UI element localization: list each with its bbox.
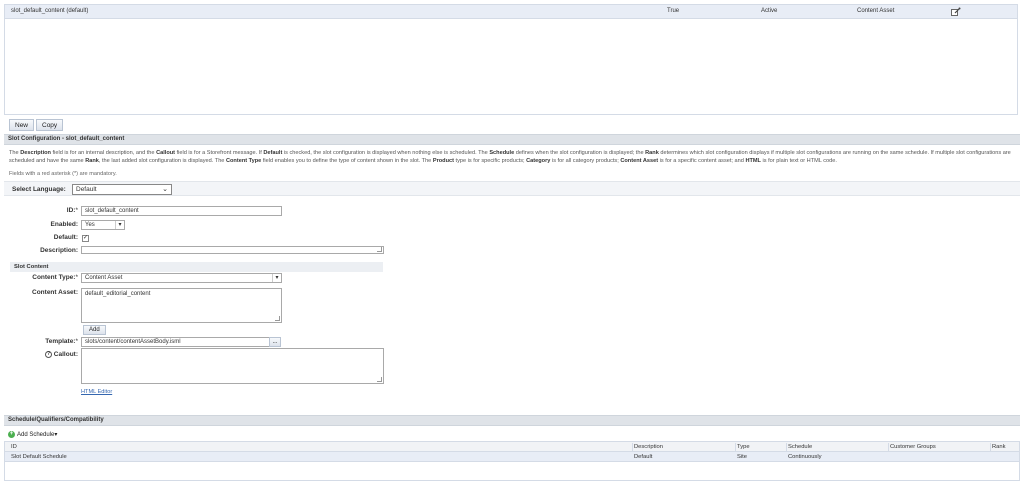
enabled-value: Yes	[85, 222, 95, 228]
id-label: ID:*	[66, 207, 78, 214]
slot-configuration-header: Slot Configuration - slot_default_conten…	[4, 134, 1020, 145]
id-field[interactable]: slot_default_content	[81, 206, 282, 216]
config-name-cell[interactable]: slot_default_content (default)	[11, 8, 88, 14]
slot-configurations-table: slot_default_content (default) True Acti…	[4, 4, 1018, 115]
edit-icon[interactable]	[951, 7, 961, 16]
schedule-schedule-cell: Continuously	[788, 454, 822, 460]
new-button[interactable]: New	[9, 119, 35, 131]
template-label: Template:*	[45, 338, 78, 345]
help-description: The Description field is for an internal…	[9, 150, 1011, 164]
content-type-value: Content Asset	[85, 275, 123, 281]
chevron-down-icon: ▾	[115, 221, 124, 229]
mandatory-note: Fields with a red asterisk (*) are manda…	[9, 171, 117, 177]
plus-icon: +	[8, 430, 15, 438]
content-type-label: Content Type:*	[32, 274, 78, 281]
column-header-type[interactable]: Type	[737, 443, 750, 451]
add-schedule-label: Add Schedule	[17, 432, 55, 438]
content-type-select[interactable]: Content Asset ▾	[81, 273, 282, 283]
column-header-rank[interactable]: Rank	[992, 443, 1006, 451]
type-cell: Content Asset	[857, 8, 895, 14]
table-row[interactable]: slot_default_content (default) True Acti…	[5, 5, 1017, 19]
description-field[interactable]	[81, 246, 384, 254]
resize-handle-icon[interactable]	[275, 316, 280, 321]
template-browse-button[interactable]: ...	[269, 337, 281, 347]
content-asset-label: Content Asset:	[32, 289, 78, 296]
language-bar: Select Language: Default ⌄	[4, 181, 1020, 196]
template-field[interactable]: slots/content/contentAssetBody.isml	[81, 337, 270, 347]
chevron-down-icon: ⌄	[162, 186, 168, 193]
enabled-select[interactable]: Yes ▾	[81, 220, 125, 230]
schedule-type-cell: Site	[737, 454, 747, 460]
callout-label: Callout:	[53, 351, 78, 358]
default-checkbox[interactable]: ✓	[82, 235, 89, 242]
column-header-id[interactable]: ID	[11, 443, 17, 451]
chevron-down-icon: ▾	[272, 274, 281, 282]
schedule-header: Schedule/Qualifiers/Compatibility	[4, 415, 1020, 426]
resize-handle-icon[interactable]	[377, 247, 382, 252]
column-header-customer-groups[interactable]: Customer Groups	[890, 443, 936, 451]
copy-button[interactable]: Copy	[36, 119, 64, 131]
default-label: Default:	[53, 234, 78, 241]
callout-field[interactable]	[81, 348, 384, 384]
table-row[interactable]: Slot Default Schedule Default Site Conti…	[5, 452, 1019, 462]
table-header-row: ID Description Type Schedule Customer Gr…	[5, 442, 1019, 453]
status-cell: Active	[761, 8, 778, 14]
content-asset-field[interactable]: default_editorial_content	[81, 288, 282, 323]
action-bar: New Copy	[4, 118, 1020, 132]
schedule-id-cell[interactable]: Slot Default Schedule	[11, 453, 67, 461]
column-header-description[interactable]: Description	[634, 443, 663, 451]
enabled-label: Enabled:	[50, 221, 78, 228]
language-label: Select Language:	[12, 186, 66, 193]
description-label: Description:	[40, 247, 78, 254]
schedule-description-cell: Default	[634, 454, 653, 460]
add-content-asset-button[interactable]: Add	[83, 325, 106, 335]
content-asset-value: default_editorial_content	[85, 291, 151, 297]
resize-handle-icon[interactable]	[377, 377, 382, 382]
add-schedule-button[interactable]: + Add Schedule▾	[8, 430, 57, 440]
schedule-table: ID Description Type Schedule Customer Gr…	[4, 441, 1020, 481]
chevron-down-icon: ▾	[54, 432, 58, 438]
html-editor-link[interactable]: HTML Editor	[81, 389, 112, 395]
default-cell: True	[667, 8, 680, 14]
slot-content-header: Slot Content	[10, 262, 383, 272]
column-header-schedule[interactable]: Schedule	[788, 443, 812, 451]
language-value: Default	[76, 186, 97, 193]
language-select[interactable]: Default ⌄	[72, 184, 172, 195]
